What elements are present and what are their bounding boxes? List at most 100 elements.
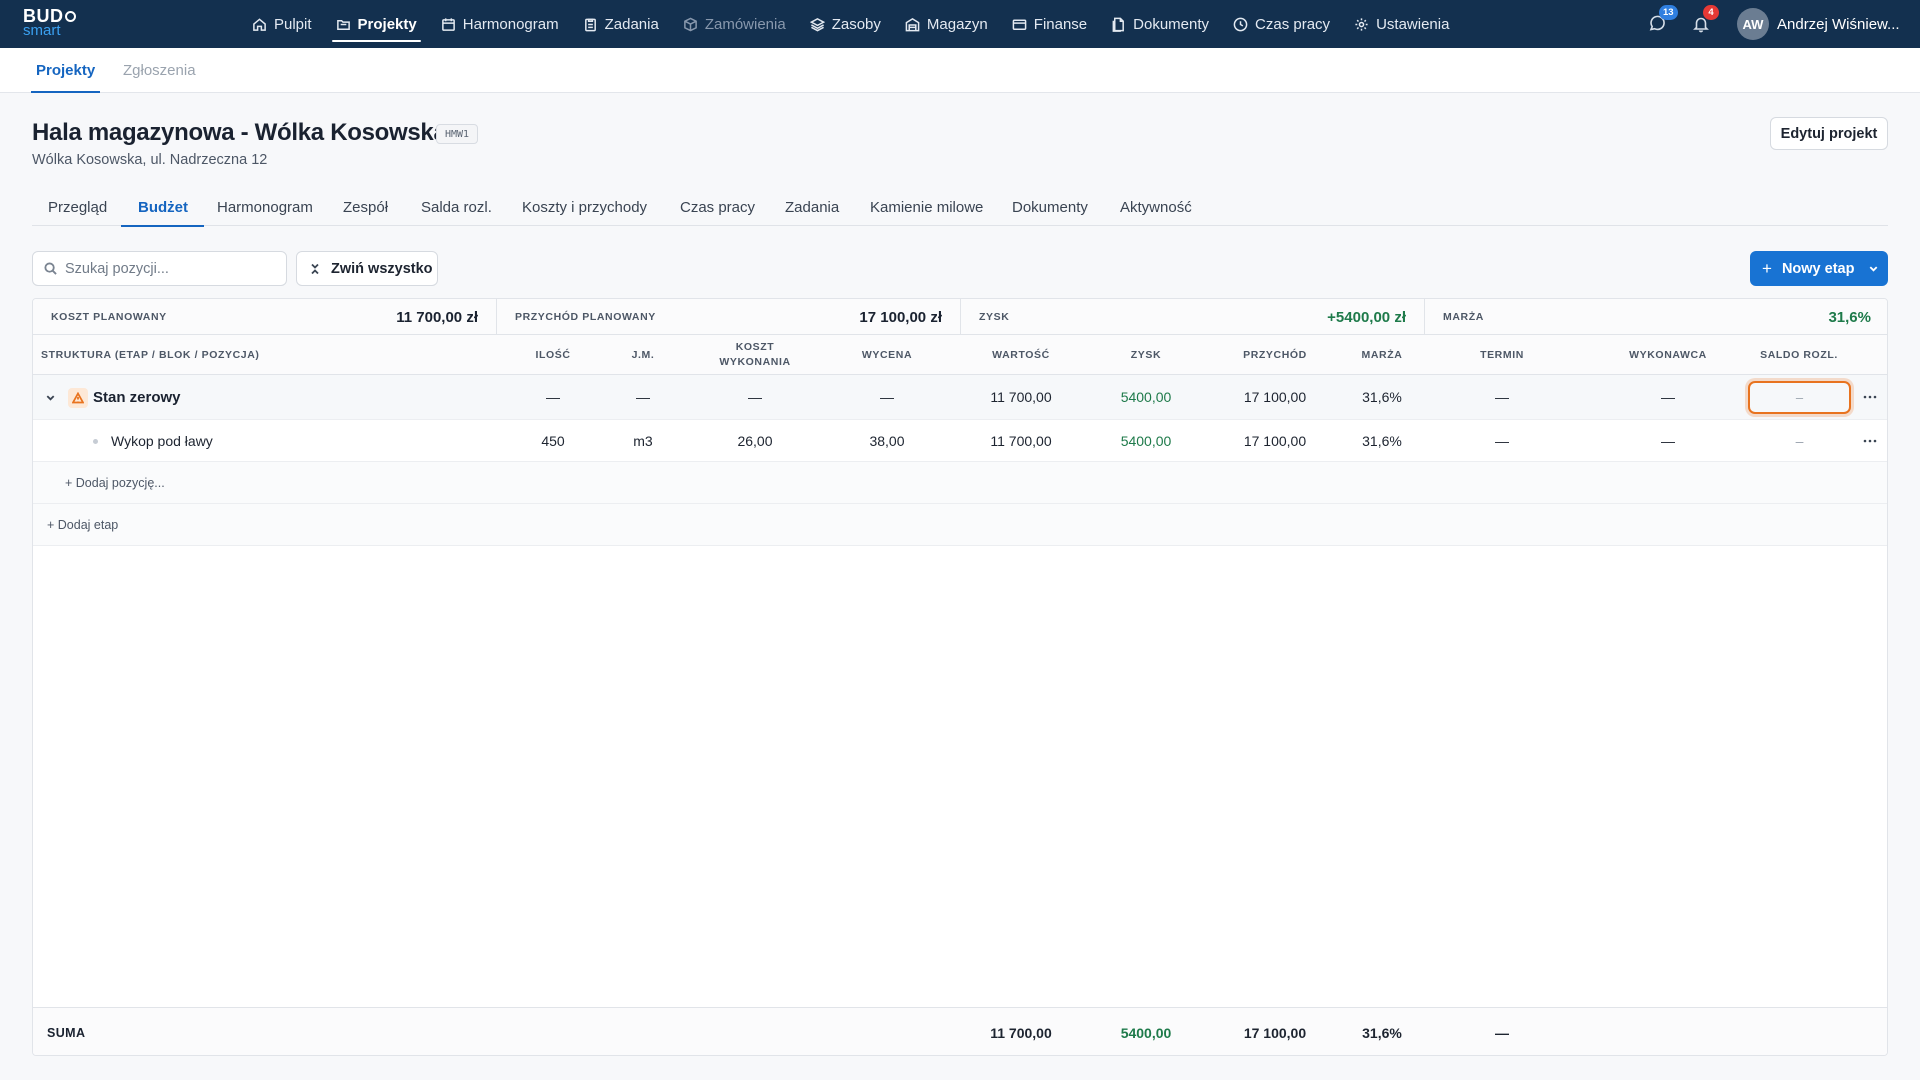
- position-cost[interactable]: 26,00: [695, 420, 815, 461]
- calendar-icon: [441, 17, 455, 31]
- search-icon: [44, 262, 57, 275]
- stage-contractor[interactable]: —: [1608, 375, 1728, 419]
- position-deadline[interactable]: —: [1452, 420, 1552, 461]
- stage-cost: —: [748, 389, 762, 405]
- tab-zadania[interactable]: Zadania: [785, 188, 839, 226]
- add-stage-link[interactable]: + Dodaj etap: [47, 504, 118, 545]
- position-unit[interactable]: m3: [603, 420, 683, 461]
- summary-planned-cost: KOSZT PLANOWANY 11 700,00 zł: [33, 299, 497, 335]
- add-stage-row: + Dodaj etap: [33, 504, 1887, 546]
- stage-more-button[interactable]: [1858, 375, 1882, 419]
- nav-item-ustawienia[interactable]: Ustawienia: [1342, 0, 1461, 48]
- position-balance[interactable]: –: [1748, 420, 1851, 461]
- column-header-cost-line1: KOSZT: [735, 341, 775, 353]
- nav-item-zadania[interactable]: Zadania: [571, 0, 671, 48]
- tab-projekty[interactable]: Projekty: [30, 48, 101, 93]
- section-tabs: Projekty Zgłoszenia: [0, 48, 1920, 93]
- collapse-all-button[interactable]: Zwiń wszystko: [296, 251, 438, 286]
- budget-summary-bar: KOSZT PLANOWANY 11 700,00 zł PRZYCHÓD PL…: [33, 299, 1887, 335]
- gear-icon: [1355, 17, 1368, 31]
- nav-item-label: Finanse: [1033, 15, 1088, 33]
- position-name[interactable]: Wykop pod ławy: [111, 420, 213, 461]
- nav-item-magazyn[interactable]: Magazyn: [893, 0, 1000, 48]
- summary-label: ZYSK: [979, 311, 1010, 323]
- messages-count-badge: 13: [1659, 5, 1678, 20]
- nav-item-zamowienia[interactable]: Zamówienia: [671, 0, 798, 48]
- stage-balance-field-focused[interactable]: –: [1748, 381, 1851, 414]
- summary-planned-revenue: PRZYCHÓD PLANOWANY 17 100,00 zł: [497, 299, 961, 335]
- user-name: Andrzej Wiśniew...: [1777, 15, 1900, 33]
- tab-aktywnosc[interactable]: Aktywność: [1120, 188, 1192, 226]
- more-horizontal-icon: [1863, 395, 1877, 399]
- position-row[interactable]: Wykop pod ławy 450 m3 26,00 38,00 11 700…: [33, 420, 1887, 462]
- nav-item-label: Zadania: [604, 15, 659, 33]
- position-price[interactable]: 38,00: [837, 420, 937, 461]
- nav-item-dokumenty[interactable]: Dokumenty: [1099, 0, 1221, 48]
- search-input[interactable]: [65, 260, 265, 277]
- summary-label: MARŻA: [1443, 311, 1484, 323]
- tab-przeglad[interactable]: Przegląd: [48, 188, 107, 226]
- stage-name[interactable]: Stan zerowy: [93, 375, 181, 419]
- home-icon: [253, 17, 266, 31]
- stage-price: —: [880, 389, 894, 405]
- stage-qty: —: [546, 389, 560, 405]
- stage-row[interactable]: Stan zerowy — — — — 11 700,00 5400,00 17…: [33, 375, 1887, 420]
- total-revenue: 17 100,00: [1243, 1024, 1307, 1041]
- messages-button[interactable]: 13: [1635, 0, 1679, 48]
- position-contractor[interactable]: —: [1608, 420, 1728, 461]
- edit-project-button[interactable]: Edytuj projekt: [1770, 117, 1888, 150]
- logo-text-sub: smart: [23, 22, 61, 39]
- search-box: [32, 251, 287, 286]
- tab-budzet[interactable]: Budżet: [121, 188, 204, 227]
- tab-koszty-i-przychody[interactable]: Koszty i przychody: [522, 188, 647, 226]
- expand-toggle[interactable]: [45, 375, 56, 419]
- summary-label: KOSZT PLANOWANY: [51, 311, 167, 323]
- nav-item-label: Zamówienia: [704, 15, 786, 33]
- summary-value: 11 700,00 zł: [396, 308, 478, 326]
- add-position-link[interactable]: + Dodaj pozycję...: [65, 462, 165, 503]
- credit-card-icon: [1012, 19, 1027, 30]
- new-stage-button[interactable]: + Nowy etap: [1750, 251, 1888, 286]
- summary-value: 31,6%: [1828, 308, 1871, 326]
- bullet-icon: [93, 439, 98, 444]
- position-more-button[interactable]: [1858, 420, 1882, 461]
- total-profit: 5400,00: [1120, 1024, 1172, 1041]
- position-revenue: 17 100,00: [1243, 432, 1307, 449]
- column-header-structure: STRUKTURA (ETAP / BLOK / POZYCJA): [41, 348, 260, 361]
- nav-item-pulpit[interactable]: Pulpit: [240, 0, 324, 48]
- stage-deadline[interactable]: —: [1452, 375, 1552, 419]
- tab-zgloszenia[interactable]: Zgłoszenia: [123, 48, 196, 93]
- budget-table: KOSZT PLANOWANY 11 700,00 zł PRZYCHÓD PL…: [32, 298, 1888, 1056]
- column-header-unit: J.M.: [631, 348, 655, 361]
- tab-czas-pracy[interactable]: Czas pracy: [680, 188, 755, 226]
- nav-item-label: Magazyn: [926, 15, 988, 33]
- nav-item-zasoby[interactable]: Zasoby: [798, 0, 893, 48]
- column-header-margin: MARŻA: [1361, 348, 1403, 361]
- column-header-qty: ILOŚĆ: [535, 348, 571, 361]
- more-horizontal-icon: [1863, 439, 1877, 442]
- tab-zespol[interactable]: Zespół: [343, 188, 388, 226]
- tab-kamienie-milowe[interactable]: Kamienie milowe: [870, 188, 983, 226]
- nav-item-harmonogram[interactable]: Harmonogram: [429, 0, 571, 48]
- add-position-row: + Dodaj pozycję...: [33, 462, 1887, 504]
- logo-text-main: BUD: [23, 6, 64, 26]
- summary-value: 17 100,00 zł: [859, 308, 942, 326]
- folder-icon: [336, 19, 350, 30]
- tab-dokumenty[interactable]: Dokumenty: [1012, 188, 1088, 226]
- nav-item-finanse[interactable]: Finanse: [1000, 0, 1099, 48]
- main-nav: Pulpit Projekty Harmonogram Zadania Zamó…: [240, 0, 1461, 48]
- budosmart-logo[interactable]: BUD smart: [23, 6, 76, 39]
- nav-item-label: Ustawienia: [1376, 15, 1450, 33]
- nav-item-czas-pracy[interactable]: Czas pracy: [1221, 0, 1342, 48]
- notifications-button[interactable]: 4: [1679, 0, 1723, 48]
- nav-item-label: Pulpit: [274, 15, 312, 33]
- stage-margin: 31,6%: [1362, 389, 1402, 405]
- column-header-value: WARTOŚĆ: [992, 348, 1050, 361]
- tab-salda-rozl[interactable]: Salda rozl.: [421, 188, 492, 226]
- stage-revenue: 17 100,00: [1243, 389, 1307, 405]
- position-qty[interactable]: 450: [513, 420, 593, 461]
- tab-harmonogram[interactable]: Harmonogram: [217, 188, 313, 226]
- nav-item-projekty[interactable]: Projekty: [324, 0, 429, 48]
- user-menu[interactable]: AW Andrzej Wiśniew...: [1737, 8, 1920, 40]
- table-header: STRUKTURA (ETAP / BLOK / POZYCJA) ILOŚĆ …: [33, 335, 1887, 375]
